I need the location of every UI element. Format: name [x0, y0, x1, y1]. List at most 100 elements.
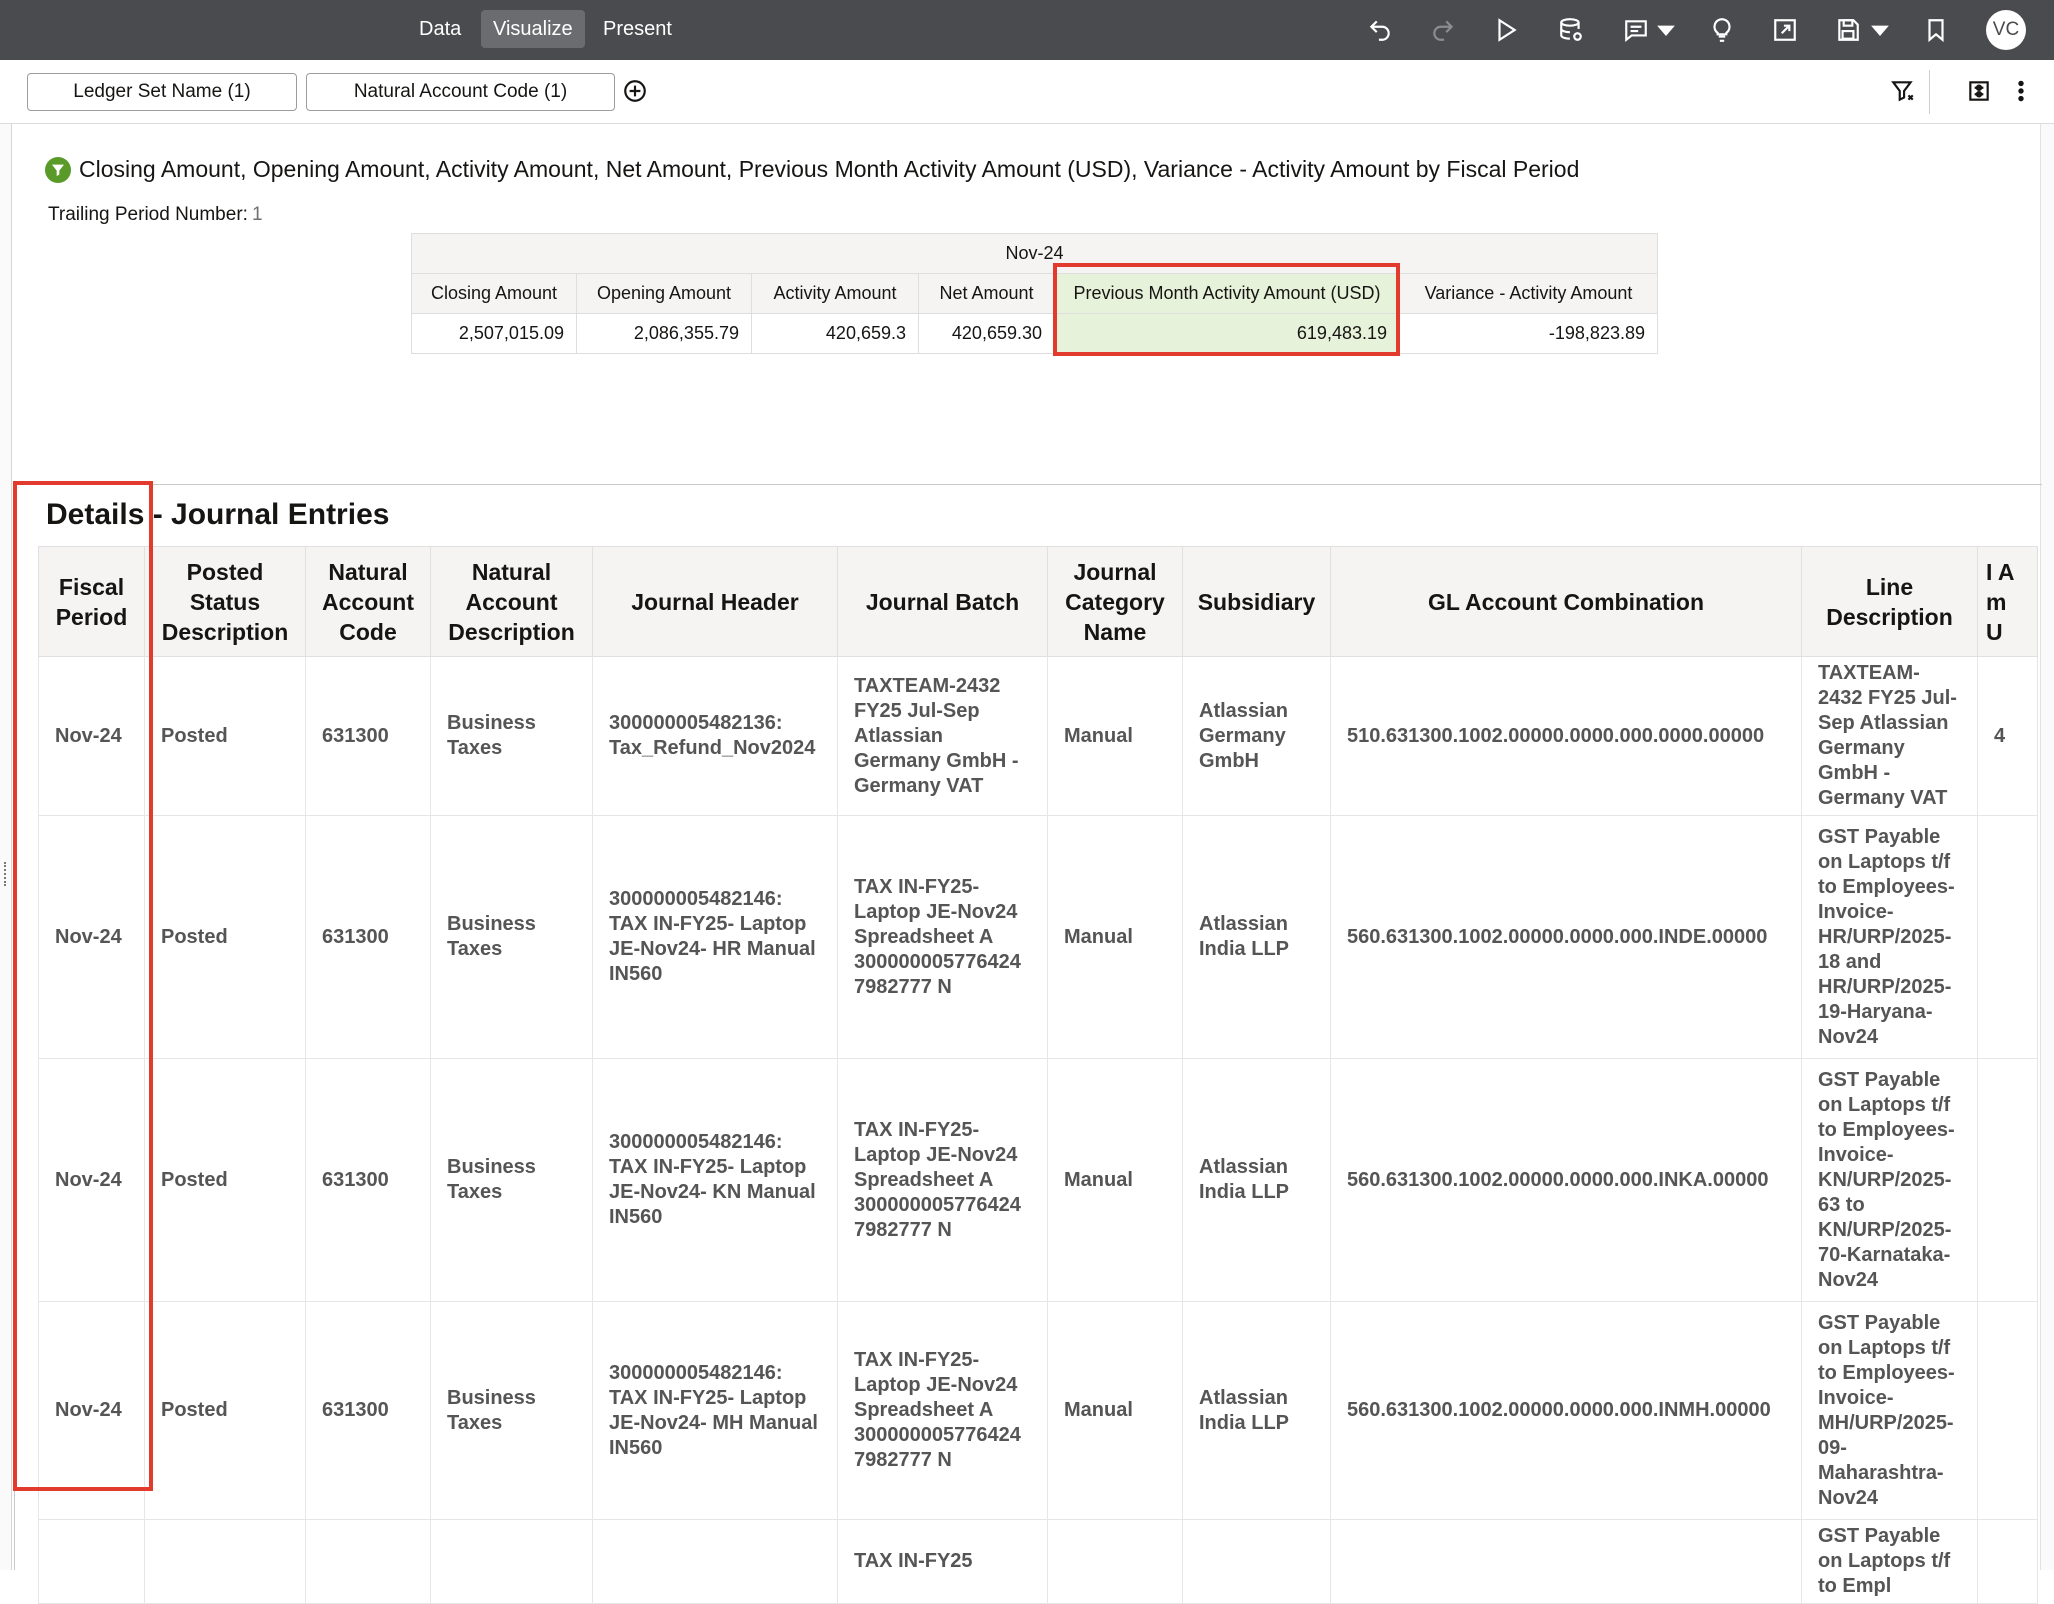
col-gl-combination[interactable]: GL Account Combination	[1330, 546, 1802, 657]
cell-journal-header	[592, 1519, 838, 1604]
table-row[interactable]: Nov-24 Posted 631300 Business Taxes 3000…	[38, 1301, 2038, 1520]
cell-gl-combination	[1330, 1519, 1802, 1604]
bookmark-icon[interactable]	[1918, 12, 1954, 48]
play-icon[interactable]	[1488, 12, 1524, 48]
cell-journal-header: 300000005482146: TAX IN-FY25- Laptop JE-…	[592, 815, 838, 1059]
cell-account-code: 631300	[305, 815, 431, 1059]
redo-icon[interactable]	[1425, 12, 1461, 48]
table-row[interactable]: TAX IN-FY25 GST Payable on Laptops t/f t…	[38, 1519, 2038, 1604]
mode-data-tab[interactable]: Data	[407, 10, 473, 48]
col-journal-header[interactable]: Journal Header	[592, 546, 838, 657]
cell-category	[1047, 1519, 1183, 1604]
export-icon[interactable]	[1767, 12, 1803, 48]
cell-line-desc: TAXTEAM-2432 FY25 Jul-Sep Atlassian Germ…	[1801, 656, 1978, 816]
cell-account-desc: Business Taxes	[430, 1301, 593, 1520]
cell-journal-batch: TAX IN-FY25- Laptop JE-Nov24 Spreadsheet…	[837, 1301, 1048, 1520]
col-line-desc[interactable]: Line Description	[1801, 546, 1978, 657]
cell-account-desc: Business Taxes	[430, 1058, 593, 1302]
cell-subsidiary: Atlassian India LLP	[1182, 1301, 1331, 1520]
pivot-val-opening[interactable]: 2,086,355.79	[576, 313, 752, 354]
cell-category: Manual	[1047, 1301, 1183, 1520]
summary-title-text: Closing Amount, Opening Amount, Activity…	[79, 156, 1580, 182]
pivot-col-net[interactable]: Net Amount	[918, 273, 1055, 314]
filter-icon[interactable]	[1886, 74, 1920, 108]
cell-journal-batch: TAX IN-FY25	[837, 1519, 1048, 1604]
cell-amount	[1977, 1058, 2038, 1302]
cell-subsidiary: Atlassian India LLP	[1182, 1058, 1331, 1302]
lightbulb-icon[interactable]	[1704, 12, 1740, 48]
pivot-col-opening[interactable]: Opening Amount	[576, 273, 752, 314]
user-avatar[interactable]: VC	[1986, 10, 2026, 50]
summary-viz-title: Closing Amount, Opening Amount, Activity…	[45, 156, 1579, 183]
cell-posted-status: Posted	[144, 656, 306, 816]
pivot-val-activity[interactable]: 420,659.3	[751, 313, 919, 354]
cell-amount: 4	[1977, 656, 2038, 816]
table-header-row: Fiscal Period Posted Status Description …	[38, 546, 2038, 657]
right-scrollbar[interactable]	[2040, 124, 2054, 1570]
cell-posted-status: Posted	[144, 1301, 306, 1520]
cell-amount	[1977, 815, 2038, 1059]
pivot-val-net[interactable]: 420,659.30	[918, 313, 1055, 354]
cell-account-desc: Business Taxes	[430, 656, 593, 816]
cell-amount	[1977, 1519, 2038, 1604]
cell-posted-status	[144, 1519, 306, 1604]
cell-journal-batch: TAX IN-FY25- Laptop JE-Nov24 Spreadsheet…	[837, 815, 1048, 1059]
cell-category: Manual	[1047, 815, 1183, 1059]
properties-icon[interactable]	[1962, 74, 1996, 108]
pivot-val-closing[interactable]: 2,507,015.09	[411, 313, 577, 354]
trailing-period: Trailing Period Number: 1	[48, 204, 263, 226]
cell-category: Manual	[1047, 1058, 1183, 1302]
cell-line-desc: GST Payable on Laptops t/f to Employees-…	[1801, 1058, 1978, 1302]
cell-journal-header: 300000005482146: TAX IN-FY25- Laptop JE-…	[592, 1058, 838, 1302]
cell-amount	[1977, 1301, 2038, 1520]
save-menu-chevron-icon[interactable]	[1862, 12, 1898, 48]
cell-gl-combination: 560.631300.1002.00000.0000.000.INKA.0000…	[1330, 1058, 1802, 1302]
highlight-box-fiscal-period	[13, 481, 153, 1491]
col-category[interactable]: Journal Category Name	[1047, 546, 1183, 657]
top-toolbar: Data Visualize Present VC	[0, 0, 2054, 60]
pivot-val-variance[interactable]: -198,823.89	[1399, 313, 1658, 354]
col-subsidiary[interactable]: Subsidiary	[1182, 546, 1331, 657]
cell-journal-batch: TAXTEAM-2432 FY25 Jul-Sep Atlassian Germ…	[837, 656, 1048, 816]
table-row[interactable]: Nov-24 Posted 631300 Business Taxes 3000…	[38, 815, 2038, 1059]
cell-posted-status: Posted	[144, 815, 306, 1059]
more-icon[interactable]	[2004, 74, 2038, 108]
cell-journal-batch: TAX IN-FY25- Laptop JE-Nov24 Spreadsheet…	[837, 1058, 1048, 1302]
col-journal-batch[interactable]: Journal Batch	[837, 546, 1048, 657]
filter-natural-account-code[interactable]: Natural Account Code (1)	[306, 73, 615, 111]
journal-entries-table: Fiscal Period Posted Status Description …	[38, 546, 2038, 1604]
cell-subsidiary	[1182, 1519, 1331, 1604]
cell-line-desc: GST Payable on Laptops t/f to Employees-…	[1801, 815, 1978, 1059]
panel-resize-handle[interactable]	[4, 862, 8, 886]
col-amount[interactable]: I Am U	[1977, 546, 2038, 657]
table-row[interactable]: Nov-24 Posted 631300 Business Taxes 3000…	[38, 656, 2038, 816]
mode-visualize-tab[interactable]: Visualize	[481, 10, 585, 48]
chevron-down-icon[interactable]	[1648, 12, 1684, 48]
cell-line-desc: GST Payable on Laptops t/f to Empl	[1801, 1519, 1978, 1604]
filter-bar: Ledger Set Name (1) Natural Account Code…	[0, 60, 2054, 124]
cell-posted-status: Posted	[144, 1058, 306, 1302]
mode-present-tab[interactable]: Present	[591, 10, 684, 48]
cell-account-desc: Business Taxes	[430, 815, 593, 1059]
cell-account-code: 631300	[305, 1301, 431, 1520]
filter-ledger-set-name[interactable]: Ledger Set Name (1)	[27, 73, 297, 111]
col-account-desc[interactable]: Natural Account Description	[430, 546, 593, 657]
trailing-period-value: 1	[251, 204, 263, 225]
cell-journal-header: 300000005482136: Tax_Refund_Nov2024	[592, 656, 838, 816]
pivot-period-header: Nov-24	[411, 233, 1658, 274]
cell-subsidiary: Atlassian Germany GmbH	[1182, 656, 1331, 816]
col-posted-status[interactable]: Posted Status Description	[144, 546, 306, 657]
pivot-col-closing[interactable]: Closing Amount	[411, 273, 577, 314]
data-refresh-icon[interactable]	[1553, 12, 1589, 48]
add-filter-icon[interactable]	[618, 74, 652, 108]
table-row[interactable]: Nov-24 Posted 631300 Business Taxes 3000…	[38, 1058, 2038, 1302]
cell-line-desc: GST Payable on Laptops t/f to Employees-…	[1801, 1301, 1978, 1520]
undo-icon[interactable]	[1362, 12, 1398, 48]
save-icon[interactable]	[1830, 12, 1866, 48]
cell-gl-combination: 560.631300.1002.00000.0000.000.INDE.0000…	[1330, 815, 1802, 1059]
pivot-col-activity[interactable]: Activity Amount	[751, 273, 919, 314]
cell-subsidiary: Atlassian India LLP	[1182, 815, 1331, 1059]
pivot-col-variance[interactable]: Variance - Activity Amount	[1399, 273, 1658, 314]
cell-journal-header: 300000005482146: TAX IN-FY25- Laptop JE-…	[592, 1301, 838, 1520]
col-account-code[interactable]: Natural Account Code	[305, 546, 431, 657]
